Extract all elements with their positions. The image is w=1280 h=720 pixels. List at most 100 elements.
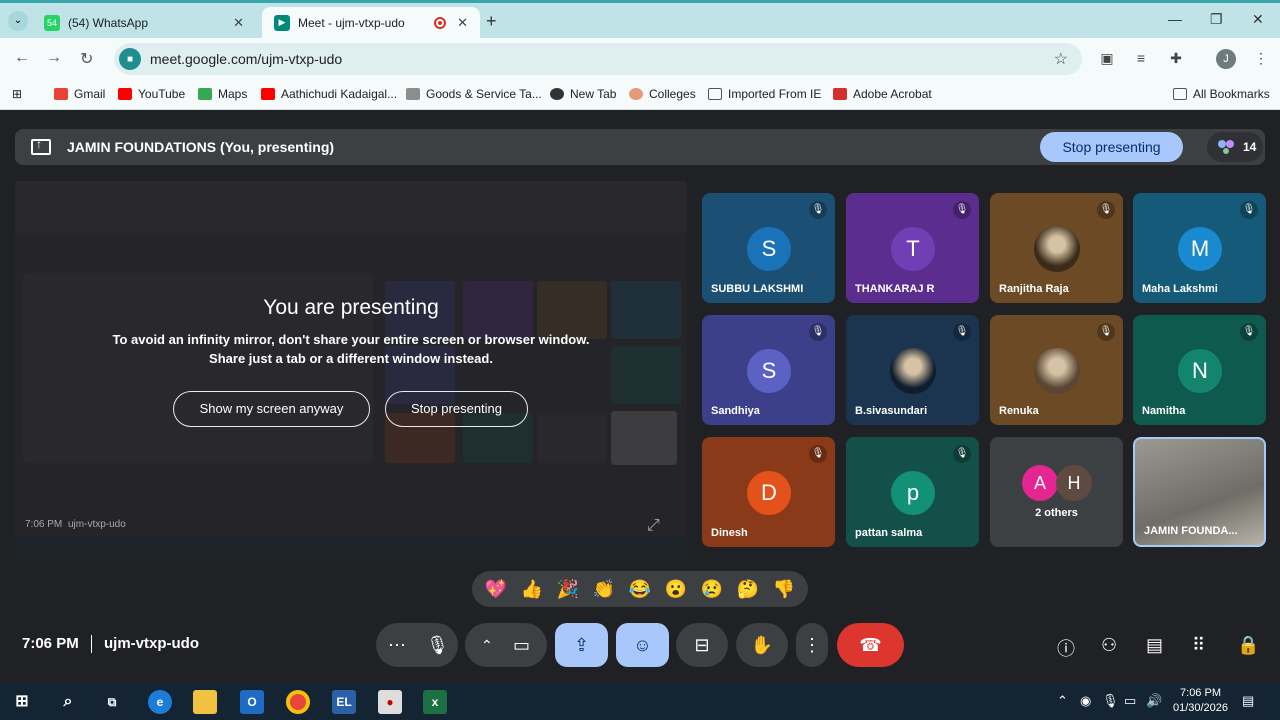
tab-search-icon[interactable]: ⌄ — [8, 11, 28, 31]
profile-avatar[interactable]: J — [1216, 49, 1236, 69]
search-icon[interactable]: ⌕ — [56, 690, 80, 714]
participant-tile[interactable]: S 🎙 Sandhiya — [702, 315, 835, 425]
reaction-sad[interactable]: 😢 — [701, 579, 723, 600]
forward-icon[interactable]: → — [46, 49, 62, 67]
participant-tile[interactable]: T 🎙 THANKARAJ R — [846, 193, 979, 303]
bookmark-label: Imported From IE — [728, 87, 822, 101]
bookmark-acrobat[interactable]: Adobe Acrobat — [833, 87, 932, 101]
stop-presenting-button[interactable]: Stop presenting — [1040, 132, 1183, 162]
people-panel-icon[interactable]: ⚇ — [1101, 635, 1117, 656]
reaction-clap[interactable]: 👏 — [593, 579, 615, 600]
close-tab-icon[interactable]: ✕ — [233, 15, 244, 31]
stop-presenting-stage-button[interactable]: Stop presenting — [385, 391, 528, 427]
bookmark-gmail[interactable]: Gmail — [54, 87, 105, 101]
reaction-thumbs-down[interactable]: 👎 — [773, 579, 795, 600]
bookmark-gst[interactable]: Goods & Service Ta... — [406, 87, 542, 101]
bookmark-imported[interactable]: Imported From IE — [708, 87, 821, 101]
excel-icon[interactable]: x — [423, 690, 447, 714]
extensions-icon[interactable]: ✚ — [1167, 50, 1185, 68]
more-options-button[interactable]: ⋮ — [796, 623, 828, 667]
chat-icon[interactable]: ▤ — [1146, 635, 1163, 656]
mirror-code: ujm-vtxp-udo — [68, 519, 126, 530]
bookmark-colleges[interactable]: Colleges — [629, 87, 696, 101]
participant-name: Maha Lakshmi — [1142, 283, 1218, 295]
reaction-laugh[interactable]: 😂 — [629, 579, 651, 600]
host-controls-icon[interactable]: 🔒 — [1237, 635, 1259, 656]
bookmark-newtab[interactable]: New Tab — [550, 87, 616, 101]
present-button[interactable]: ⇪ — [555, 623, 608, 667]
task-view-icon[interactable]: ⧉ — [100, 690, 124, 714]
bookmark-star-icon[interactable]: ☆ — [1054, 49, 1068, 69]
reload-icon[interactable]: ↻ — [80, 49, 93, 69]
all-bookmarks[interactable]: All Bookmarks — [1173, 87, 1270, 101]
close-tab-icon[interactable]: ✕ — [457, 15, 468, 31]
participant-tile[interactable]: D 🎙 Dinesh — [702, 437, 835, 547]
participant-tile[interactable]: 🎙 Renuka — [990, 315, 1123, 425]
new-tab-button[interactable]: + — [486, 11, 497, 32]
recorder-icon[interactable]: ● — [378, 690, 402, 714]
el-app-icon[interactable]: EL — [332, 690, 356, 714]
participants-button[interactable]: 14 — [1207, 132, 1263, 162]
apps-icon[interactable]: ⊞ — [12, 87, 22, 101]
participant-name: SUBBU LAKSHMI — [711, 283, 804, 295]
mic-tray-icon[interactable]: 🎙 — [1102, 693, 1119, 709]
taskbar-clock[interactable]: 7:06 PM 01/30/2026 — [1163, 686, 1238, 716]
participant-avatar: T — [891, 227, 935, 271]
camera-icon[interactable]: ▭ — [513, 623, 530, 667]
back-icon[interactable]: ← — [14, 49, 30, 67]
maps-icon — [198, 88, 212, 100]
restore-icon[interactable]: ❐ — [1210, 11, 1223, 28]
activities-icon[interactable]: ⠿ — [1192, 635, 1205, 656]
meet-tray-icon[interactable]: ◉ — [1080, 693, 1091, 709]
participant-tile[interactable]: JAMIN FOUNDA... — [1133, 437, 1266, 547]
site-info-icon[interactable]: ■ — [119, 48, 141, 70]
network-icon[interactable]: ▭ — [1124, 693, 1136, 709]
tray-chevron-icon[interactable]: ⌃ — [1057, 693, 1068, 709]
address-bar[interactable]: ■ meet.google.com/ujm-vtxp-udo ☆ — [114, 43, 1082, 75]
participant-tile[interactable]: p 🎙 pattan salma — [846, 437, 979, 547]
captions-button[interactable]: ⊟ — [676, 623, 728, 667]
chrome-icon[interactable] — [286, 690, 310, 714]
presenting-heading: You are presenting — [263, 296, 439, 319]
media-icon[interactable]: ≡ — [1132, 50, 1150, 68]
participant-tile[interactable]: M 🎙 Maha Lakshmi — [1133, 193, 1266, 303]
participant-tile[interactable]: 🎙 B.sivasundari — [846, 315, 979, 425]
screen-share-icon[interactable]: ▣ — [1098, 50, 1116, 68]
bookmark-maps[interactable]: Maps — [198, 87, 247, 101]
reaction-party[interactable]: 🎉 — [557, 579, 579, 600]
bookmark-youtube[interactable]: YouTube — [118, 87, 185, 101]
more-audio-icon[interactable]: ⋯ — [388, 635, 406, 655]
reaction-heart[interactable]: 💖 — [485, 579, 507, 600]
expand-icon[interactable]: ⤢ — [647, 517, 660, 535]
chevron-up-icon[interactable]: ⌃ — [481, 637, 493, 653]
microphone-icon[interactable]: 🎙 — [426, 623, 449, 667]
bookmark-aathichudi[interactable]: Aathichudi Kadaigal... — [261, 87, 397, 101]
emoji-button[interactable]: ☺ — [616, 623, 669, 667]
reaction-thinking[interactable]: 🤔 — [737, 579, 759, 600]
info-icon[interactable]: ⓘ — [1057, 635, 1075, 661]
windows-start-icon[interactable]: ⊞ — [10, 690, 34, 714]
notifications-icon[interactable]: ▤ — [1242, 693, 1254, 709]
file-explorer-icon[interactable] — [193, 690, 217, 714]
globe-icon — [550, 88, 564, 100]
mic-muted-icon: 🎙 — [1240, 201, 1258, 219]
edge-icon[interactable]: e — [148, 690, 172, 714]
participant-tile[interactable]: S 🎙 SUBBU LAKSHMI — [702, 193, 835, 303]
menu-icon[interactable]: ⋮ — [1252, 50, 1270, 68]
participant-tile[interactable]: N 🎙 Namitha — [1133, 315, 1266, 425]
tab-meet[interactable]: ▶ Meet - ujm-vtxp-udo ✕ — [262, 7, 480, 38]
address-url[interactable]: meet.google.com/ujm-vtxp-udo — [150, 51, 342, 67]
outlook-icon[interactable]: O — [240, 690, 264, 714]
participant-tile[interactable]: 🎙 Ranjitha Raja — [990, 193, 1123, 303]
acrobat-icon — [833, 88, 847, 100]
participant-tile[interactable]: AH 2 others — [990, 437, 1123, 547]
raise-hand-button[interactable]: ✋ — [736, 623, 788, 667]
show-screen-anyway-button[interactable]: Show my screen anyway — [173, 391, 370, 427]
reaction-surprised[interactable]: 😮 — [665, 579, 687, 600]
volume-icon[interactable]: 🔊 — [1146, 693, 1162, 709]
minimize-icon[interactable]: — — [1168, 11, 1182, 27]
reaction-thumbs-up[interactable]: 👍 — [521, 579, 543, 600]
leave-call-button[interactable]: ☎ — [837, 623, 904, 667]
tab-whatsapp[interactable]: 54 (54) WhatsApp ✕ — [32, 7, 256, 38]
close-window-icon[interactable]: ✕ — [1252, 11, 1264, 28]
